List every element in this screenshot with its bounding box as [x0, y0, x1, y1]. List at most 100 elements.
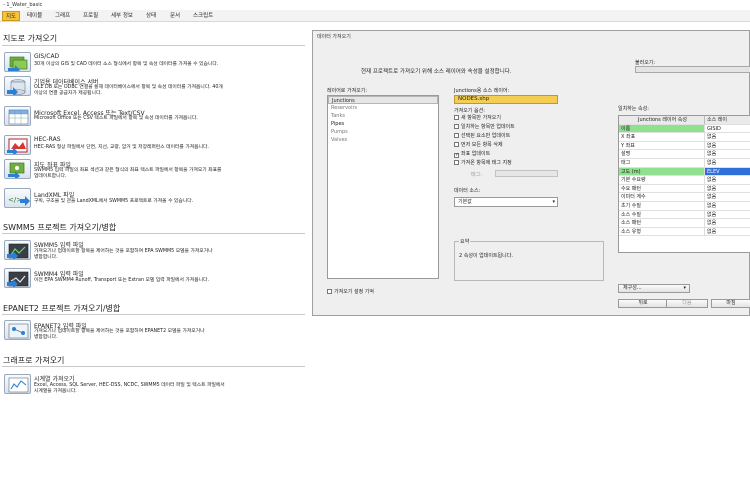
- options-label: 가져오기 옵션:: [454, 108, 485, 114]
- reset-button-label: 재구성...: [623, 285, 642, 291]
- grid-cell-source[interactable]: GISID: [705, 125, 750, 134]
- section-title-map-import: 지도로 가져오기: [3, 34, 58, 43]
- time-series-icon[interactable]: [4, 374, 31, 394]
- spreadsheet-icon[interactable]: [4, 106, 31, 126]
- option-checkbox[interactable]: [454, 132, 459, 138]
- grid-cell-source[interactable]: 없음: [705, 150, 750, 159]
- menu-status[interactable]: 상태: [143, 11, 159, 21]
- next-button[interactable]: 다음: [666, 299, 708, 308]
- section-divider: [2, 366, 305, 367]
- tag-label: 태그:: [471, 172, 482, 178]
- option-checkbox[interactable]: [454, 114, 459, 120]
- section-title-graph-import: 그래프로 가져오기: [3, 356, 65, 365]
- grid-cell-source[interactable]: 없음: [705, 202, 750, 211]
- layer-item-reservoirs[interactable]: Reservoirs: [328, 104, 438, 112]
- source-layer-select[interactable]: NODES.shp: [454, 95, 558, 104]
- hec-ras-icon[interactable]: [4, 135, 31, 155]
- swmm4-import-icon[interactable]: [4, 268, 31, 288]
- chevron-down-icon: ▾: [552, 199, 555, 205]
- gis-cad-title[interactable]: GIS/CAD: [34, 53, 59, 60]
- layer-item-tanks[interactable]: Tanks: [328, 112, 438, 120]
- epanet2-desc-2: 병합합니다.: [34, 335, 58, 340]
- progress-label: 불러오기:: [635, 60, 656, 66]
- import-progress-bar: [635, 66, 750, 73]
- time-series-desc-1: Excel, Access, SQL Server, HEC-DSS, NCDC…: [34, 383, 225, 388]
- option-delete-all[interactable]: 먼저 모든 항목 삭제: [454, 141, 503, 149]
- grid-cell-source[interactable]: ELEV: [705, 167, 750, 177]
- grid-cell-attribute: 수요 패턴: [619, 184, 705, 194]
- epanet2-import-icon[interactable]: [4, 320, 31, 340]
- swmm5-title[interactable]: SWMM5 입력 파일: [34, 240, 84, 249]
- database-server-icon[interactable]: [4, 76, 31, 96]
- option-label: 먼저 모든 항목 삭제: [461, 142, 503, 148]
- time-series-desc-2: 시계열을 가져옵니다.: [34, 389, 77, 394]
- menu-details[interactable]: 세부 정보: [108, 11, 136, 21]
- grid-cell-source[interactable]: 없음: [705, 228, 750, 237]
- gis-cad-desc: 30개 이상의 GIS 및 CAD 데이터 소스 형식에서 항목 및 속성 데이…: [34, 62, 219, 67]
- summary-text: 2 속성이 업데이트됩니다.: [459, 253, 513, 259]
- swmm5-desc-1: 가져오기나 업데이트할 항목을 제어하는 것을 포함하여 EPA SWMM5 모…: [34, 249, 213, 254]
- grid-cell-attribute: 초기 수질: [619, 202, 705, 211]
- option-update-selected[interactable]: 선택된 요소만 업데이트: [454, 132, 510, 140]
- reset-button[interactable]: 재구성... ▾: [618, 284, 690, 293]
- grid-cell-source[interactable]: 없음: [705, 211, 750, 220]
- option-checkbox[interactable]: [454, 159, 459, 165]
- grid-cell-attribute: X 좌표: [619, 133, 705, 142]
- gis-cad-import-icon[interactable]: [4, 52, 31, 72]
- coordinate-file-icon[interactable]: [4, 159, 31, 179]
- excel-import-desc: Microsoft Office 또는 CSV 텍스트 파일에서 항목 및 속성…: [34, 116, 198, 121]
- chevron-down-icon: ▾: [683, 285, 686, 291]
- tag-input[interactable]: [495, 170, 558, 177]
- option-update-coordinates[interactable]: ✓ 좌표 업데이트: [454, 150, 490, 158]
- remember-settings[interactable]: 가져오기 설정 기억: [327, 288, 374, 296]
- menu-table[interactable]: 테이블: [24, 11, 45, 21]
- option-new-only[interactable]: 새 항목만 가져오기: [454, 114, 501, 122]
- grid-cell-source[interactable]: 없음: [705, 176, 750, 185]
- grid-cell-attribute: 소스 패턴: [619, 219, 705, 228]
- grid-cell-source[interactable]: 없음: [705, 133, 750, 142]
- dialog-title: 데이터 가져오기: [317, 34, 351, 40]
- checkmark-icon[interactable]: ✓: [454, 152, 459, 158]
- target-layer-list[interactable]: Junctions Reservoirs Tanks Pipes Pumps V…: [327, 95, 439, 279]
- menu-script[interactable]: 스크립트: [190, 11, 216, 21]
- option-checkbox[interactable]: [327, 288, 332, 294]
- swmm4-title[interactable]: SWMM4 입력 파일: [34, 269, 84, 278]
- menu-documents[interactable]: 문서: [167, 11, 183, 21]
- grid-cell-source[interactable]: 없음: [705, 193, 750, 202]
- database-server-desc-1: OLE DB 또는 ODBC 연결을 통해 데이터베이스에서 항목 및 속성 데…: [34, 85, 223, 90]
- back-button[interactable]: 뒤로: [618, 299, 668, 308]
- grid-cell-attribute: 기본 수요량: [619, 176, 705, 185]
- grid-cell-source[interactable]: 없음: [705, 159, 750, 168]
- option-label: 선택된 요소만 업데이트: [461, 133, 511, 139]
- time-series-title[interactable]: 시계열 가져오기: [34, 374, 75, 383]
- attribute-mapping-grid[interactable]: Junctions 레이어 속성 소스 레이 이름 GISID X 좌표 없음 Y 좌표…: [618, 115, 750, 253]
- grid-cell-source[interactable]: 없음: [705, 142, 750, 151]
- summary-label: 요약: [459, 238, 471, 245]
- dialog-instruction: 현재 프로젝트로 가져오기 위해 소스 레이어와 속성을 설정합니다.: [361, 69, 512, 75]
- section-title-swmm5: SWMM5 프로젝트 가져오기/병합: [3, 223, 117, 232]
- data-source-select[interactable]: 기본값 ▾: [454, 197, 558, 207]
- finish-button[interactable]: 마침: [711, 299, 750, 308]
- grid-cell-source[interactable]: 없음: [705, 185, 750, 194]
- option-checkbox[interactable]: [454, 123, 459, 129]
- menu-bar: 지도 테이블 그래프 프로필 세부 정보 상태 문서 스크립트: [0, 10, 750, 22]
- section-divider: [2, 233, 305, 234]
- option-checkbox[interactable]: [454, 141, 459, 147]
- grid-cell-attribute: 소스 수질: [619, 210, 705, 220]
- landxml-icon[interactable]: </>: [4, 188, 31, 208]
- data-source-value: 기본값: [458, 199, 472, 205]
- layer-item-valves[interactable]: Valves: [328, 136, 438, 144]
- layer-item-junctions[interactable]: Junctions: [328, 96, 438, 104]
- grid-cell-attribute: 이미터 계수: [619, 193, 705, 202]
- option-tag-imported[interactable]: 가져온 항목에 태그 지정: [454, 159, 512, 167]
- hec-ras-title[interactable]: HEC-RAS: [34, 136, 61, 143]
- option-update-matching[interactable]: 일치하는 항목만 업데이트: [454, 123, 515, 131]
- menu-profile[interactable]: 프로필: [80, 11, 101, 21]
- menu-graph[interactable]: 그래프: [52, 11, 73, 21]
- grid-cell-source[interactable]: 없음: [705, 219, 750, 228]
- layer-item-pumps[interactable]: Pumps: [328, 128, 438, 136]
- swmm5-import-icon[interactable]: [4, 240, 31, 260]
- menu-map[interactable]: 지도: [2, 11, 21, 21]
- layer-item-pipes[interactable]: Pipes: [328, 120, 438, 128]
- landxml-title[interactable]: LandXML 파일: [34, 190, 74, 199]
